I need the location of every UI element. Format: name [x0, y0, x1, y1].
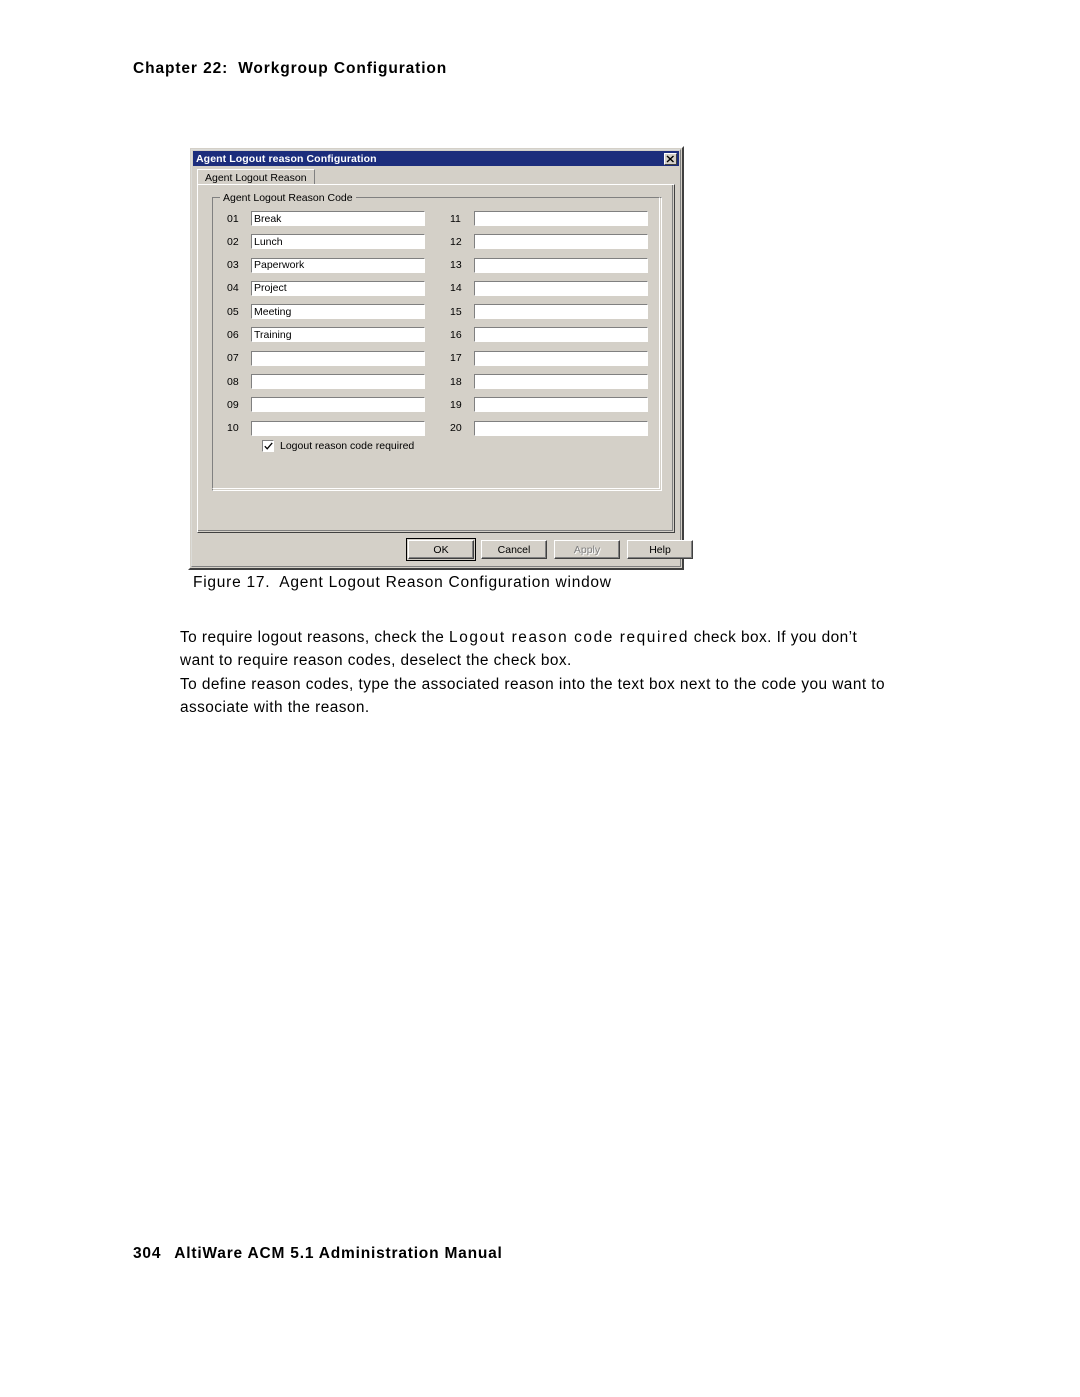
reason-code-row: 01 — [227, 210, 437, 227]
reason-code-number: 20 — [450, 422, 462, 435]
reason-code-number: 15 — [450, 305, 462, 318]
close-x-icon[interactable] — [664, 152, 677, 165]
paragraph-1-emphasis: Logout reason code required — [449, 629, 690, 647]
groupbox-title: Agent Logout Reason Code — [220, 192, 356, 204]
reason-code-row: 02 — [227, 233, 437, 250]
cancel-button[interactable]: Cancel — [481, 540, 547, 559]
reason-code-input-10[interactable] — [251, 420, 425, 436]
reason-code-number: 07 — [227, 352, 239, 365]
reason-code-grid: 01 02 03 04 — [213, 210, 661, 443]
reason-code-input-15[interactable] — [474, 304, 648, 320]
reason-code-input-16[interactable] — [474, 327, 648, 343]
reason-code-column-right: 11 12 13 14 15 16 17 18 19 20 — [437, 210, 661, 443]
chapter-header: Chapter 22: Workgroup Configuration — [133, 60, 447, 78]
reason-code-number: 19 — [450, 398, 462, 411]
reason-code-input-07[interactable] — [251, 350, 425, 366]
reason-code-row: 20 — [450, 420, 661, 437]
reason-code-row: 11 — [450, 210, 661, 227]
tab-label: Agent Logout Reason — [205, 171, 307, 184]
chapter-title: Workgroup Configuration — [238, 60, 448, 77]
reason-code-number: 06 — [227, 328, 239, 341]
reason-code-row: 13 — [450, 257, 661, 274]
tab-agent-logout-reason[interactable]: Agent Logout Reason — [197, 169, 315, 185]
chapter-number: Chapter 22: — [133, 60, 229, 77]
apply-button: Apply — [554, 540, 620, 559]
reason-code-column-left: 01 02 03 04 — [213, 210, 437, 443]
reason-code-row: 07 — [227, 350, 437, 367]
reason-code-input-19[interactable] — [474, 397, 648, 413]
reason-code-number: 13 — [450, 259, 462, 272]
reason-code-input-11[interactable] — [474, 211, 648, 226]
reason-code-row: 15 — [450, 303, 661, 320]
reason-code-row: 10 — [227, 420, 437, 437]
reason-code-input-17[interactable] — [474, 350, 648, 366]
reason-code-number: 12 — [450, 235, 462, 248]
page-footer: 304 AltiWare ACM 5.1 Administration Manua… — [133, 1245, 503, 1263]
reason-code-input-03[interactable] — [251, 257, 425, 273]
paragraph-require-logout-reasons: To require logout reasons, check the Log… — [180, 626, 896, 672]
reason-code-row: 09 — [227, 396, 437, 413]
reason-code-number: 01 — [227, 212, 239, 225]
reason-code-input-09[interactable] — [251, 397, 425, 413]
reason-code-number: 03 — [227, 259, 239, 272]
dialog-titlebar: Agent Logout reason Configuration — [193, 151, 679, 166]
reason-code-number: 16 — [450, 328, 462, 341]
reason-code-input-20[interactable] — [474, 420, 648, 436]
reason-code-number: 02 — [227, 235, 239, 248]
reason-code-row: 04 — [227, 280, 437, 297]
reason-code-row: 18 — [450, 373, 661, 390]
reason-code-number: 17 — [450, 352, 462, 365]
reason-code-row: 16 — [450, 326, 661, 343]
reason-code-input-13[interactable] — [474, 257, 648, 273]
reason-code-input-02[interactable] — [251, 234, 425, 250]
figure-number: Figure 17. — [193, 574, 271, 591]
titlebar-button-group — [664, 152, 679, 165]
reason-code-row: 08 — [227, 373, 437, 390]
reason-code-input-08[interactable] — [251, 374, 425, 390]
reason-code-input-06[interactable] — [251, 327, 425, 343]
logout-reason-required-checkbox-row[interactable]: Logout reason code required — [262, 440, 414, 452]
reason-code-input-04[interactable] — [251, 280, 425, 296]
reason-code-number: 14 — [450, 282, 462, 295]
reason-code-row: 12 — [450, 233, 661, 250]
footer-manual-title: AltiWare ACM 5.1 Administration Manual — [174, 1245, 503, 1262]
reason-code-number: 11 — [450, 212, 461, 225]
reason-code-row: 17 — [450, 350, 661, 367]
reason-code-number: 09 — [227, 398, 239, 411]
paragraph-1-part-1: To require logout reasons, check the — [180, 629, 450, 647]
logout-reason-required-label: Logout reason code required — [280, 440, 415, 452]
reason-code-input-14[interactable] — [474, 280, 648, 296]
reason-code-number: 10 — [227, 422, 239, 435]
agent-logout-reason-code-groupbox: Agent Logout Reason Code 01 02 03 — [212, 192, 662, 491]
ok-button[interactable]: OK — [406, 538, 476, 561]
reason-code-input-05[interactable] — [251, 304, 425, 320]
help-button[interactable]: Help — [627, 540, 693, 559]
reason-code-input-12[interactable] — [474, 234, 648, 250]
reason-code-number: 05 — [227, 305, 239, 318]
reason-code-row: 06 — [227, 326, 437, 343]
paragraph-define-reason-codes: To define reason codes, type the associa… — [180, 676, 886, 717]
reason-code-number: 18 — [450, 375, 462, 388]
reason-code-row: 05 — [227, 303, 437, 320]
reason-code-input-18[interactable] — [474, 374, 648, 390]
reason-code-number: 08 — [227, 375, 239, 388]
tab-panel: Agent Logout Reason Code 01 02 03 — [197, 184, 675, 533]
reason-code-number: 04 — [227, 282, 239, 295]
dialog-title: Agent Logout reason Configuration — [196, 152, 377, 165]
reason-code-input-01[interactable] — [251, 211, 425, 226]
agent-logout-reason-configuration-dialog: Agent Logout reason Configuration Agent … — [188, 146, 693, 570]
reason-code-row: 14 — [450, 280, 661, 297]
page-number: 304 — [133, 1245, 162, 1262]
reason-code-row: 03 — [227, 257, 437, 274]
logout-reason-required-checkbox[interactable] — [262, 440, 274, 452]
checkmark-icon — [264, 442, 273, 450]
figure-caption: Figure 17. Agent Logout Reason Configurat… — [193, 574, 612, 592]
figure-caption-text: Agent Logout Reason Configuration window — [279, 574, 612, 591]
tabstrip: Agent Logout Reason — [197, 169, 675, 185]
dialog-button-bar: OK Cancel Apply Help — [190, 538, 693, 564]
reason-code-row: 19 — [450, 396, 661, 413]
